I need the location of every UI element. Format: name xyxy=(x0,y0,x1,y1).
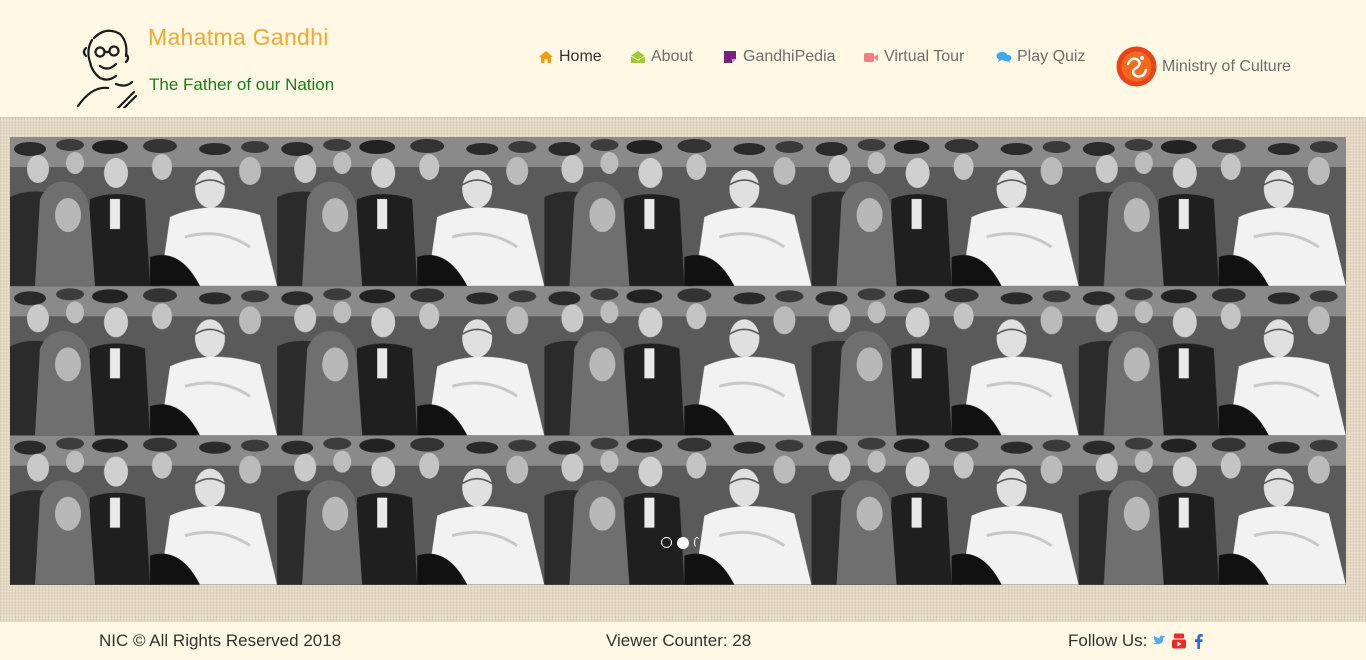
follow-us: Follow Us: xyxy=(1068,631,1207,651)
site-header: Mahatma Gandhi The Father of our Nation … xyxy=(0,0,1366,117)
nav-play-quiz-label: Play Quiz xyxy=(1017,48,1086,65)
gandhi-crowd-photo xyxy=(10,137,1346,585)
slider-dot-2[interactable] xyxy=(677,536,689,549)
nav-play-quiz[interactable]: Play Quiz xyxy=(996,48,1085,66)
copyright-text: NIC © All Rights Reserved 2018 xyxy=(99,631,342,650)
slider-dot-3[interactable] xyxy=(694,537,700,548)
facebook-icon[interactable] xyxy=(1191,633,1207,649)
nav-about-label: About xyxy=(651,48,693,65)
youtube-icon[interactable] xyxy=(1171,633,1187,649)
image-slider[interactable] xyxy=(10,137,1346,585)
video-camera-icon xyxy=(864,53,878,62)
twitter-icon[interactable] xyxy=(1151,633,1167,649)
home-icon xyxy=(539,51,553,63)
nav-gandhipedia[interactable]: GandhiPedia xyxy=(722,48,836,66)
slider-pagination xyxy=(661,536,700,549)
follow-us-label: Follow Us: xyxy=(1068,631,1148,650)
nav-gandhipedia-label: GandhiPedia xyxy=(743,48,836,65)
nav-about[interactable]: About xyxy=(630,48,693,66)
site-tagline: The Father of our Nation xyxy=(149,75,335,94)
gandhi-sketch-logo-icon[interactable] xyxy=(72,26,138,108)
site-title[interactable]: Mahatma Gandhi xyxy=(148,24,329,51)
envelope-open-icon xyxy=(630,51,646,63)
comments-icon xyxy=(996,52,1012,63)
nav-home[interactable]: Home xyxy=(538,48,602,66)
site-footer: NIC © All Rights Reserved 2018 Viewer Co… xyxy=(0,622,1366,660)
nav-virtual-tour[interactable]: Virtual Tour xyxy=(863,48,964,66)
viewer-counter: Viewer Counter: 28 xyxy=(606,631,752,650)
sticky-note-icon xyxy=(724,51,736,63)
ministry-of-culture-link[interactable]: Ministry of Culture xyxy=(1116,46,1291,87)
slider-dot-1[interactable] xyxy=(661,537,672,548)
nav-home-label: Home xyxy=(559,48,602,65)
nav-virtual-tour-label: Virtual Tour xyxy=(884,48,965,65)
ministry-emblem-icon xyxy=(1116,46,1157,87)
ministry-label: Ministry of Culture xyxy=(1162,57,1291,75)
